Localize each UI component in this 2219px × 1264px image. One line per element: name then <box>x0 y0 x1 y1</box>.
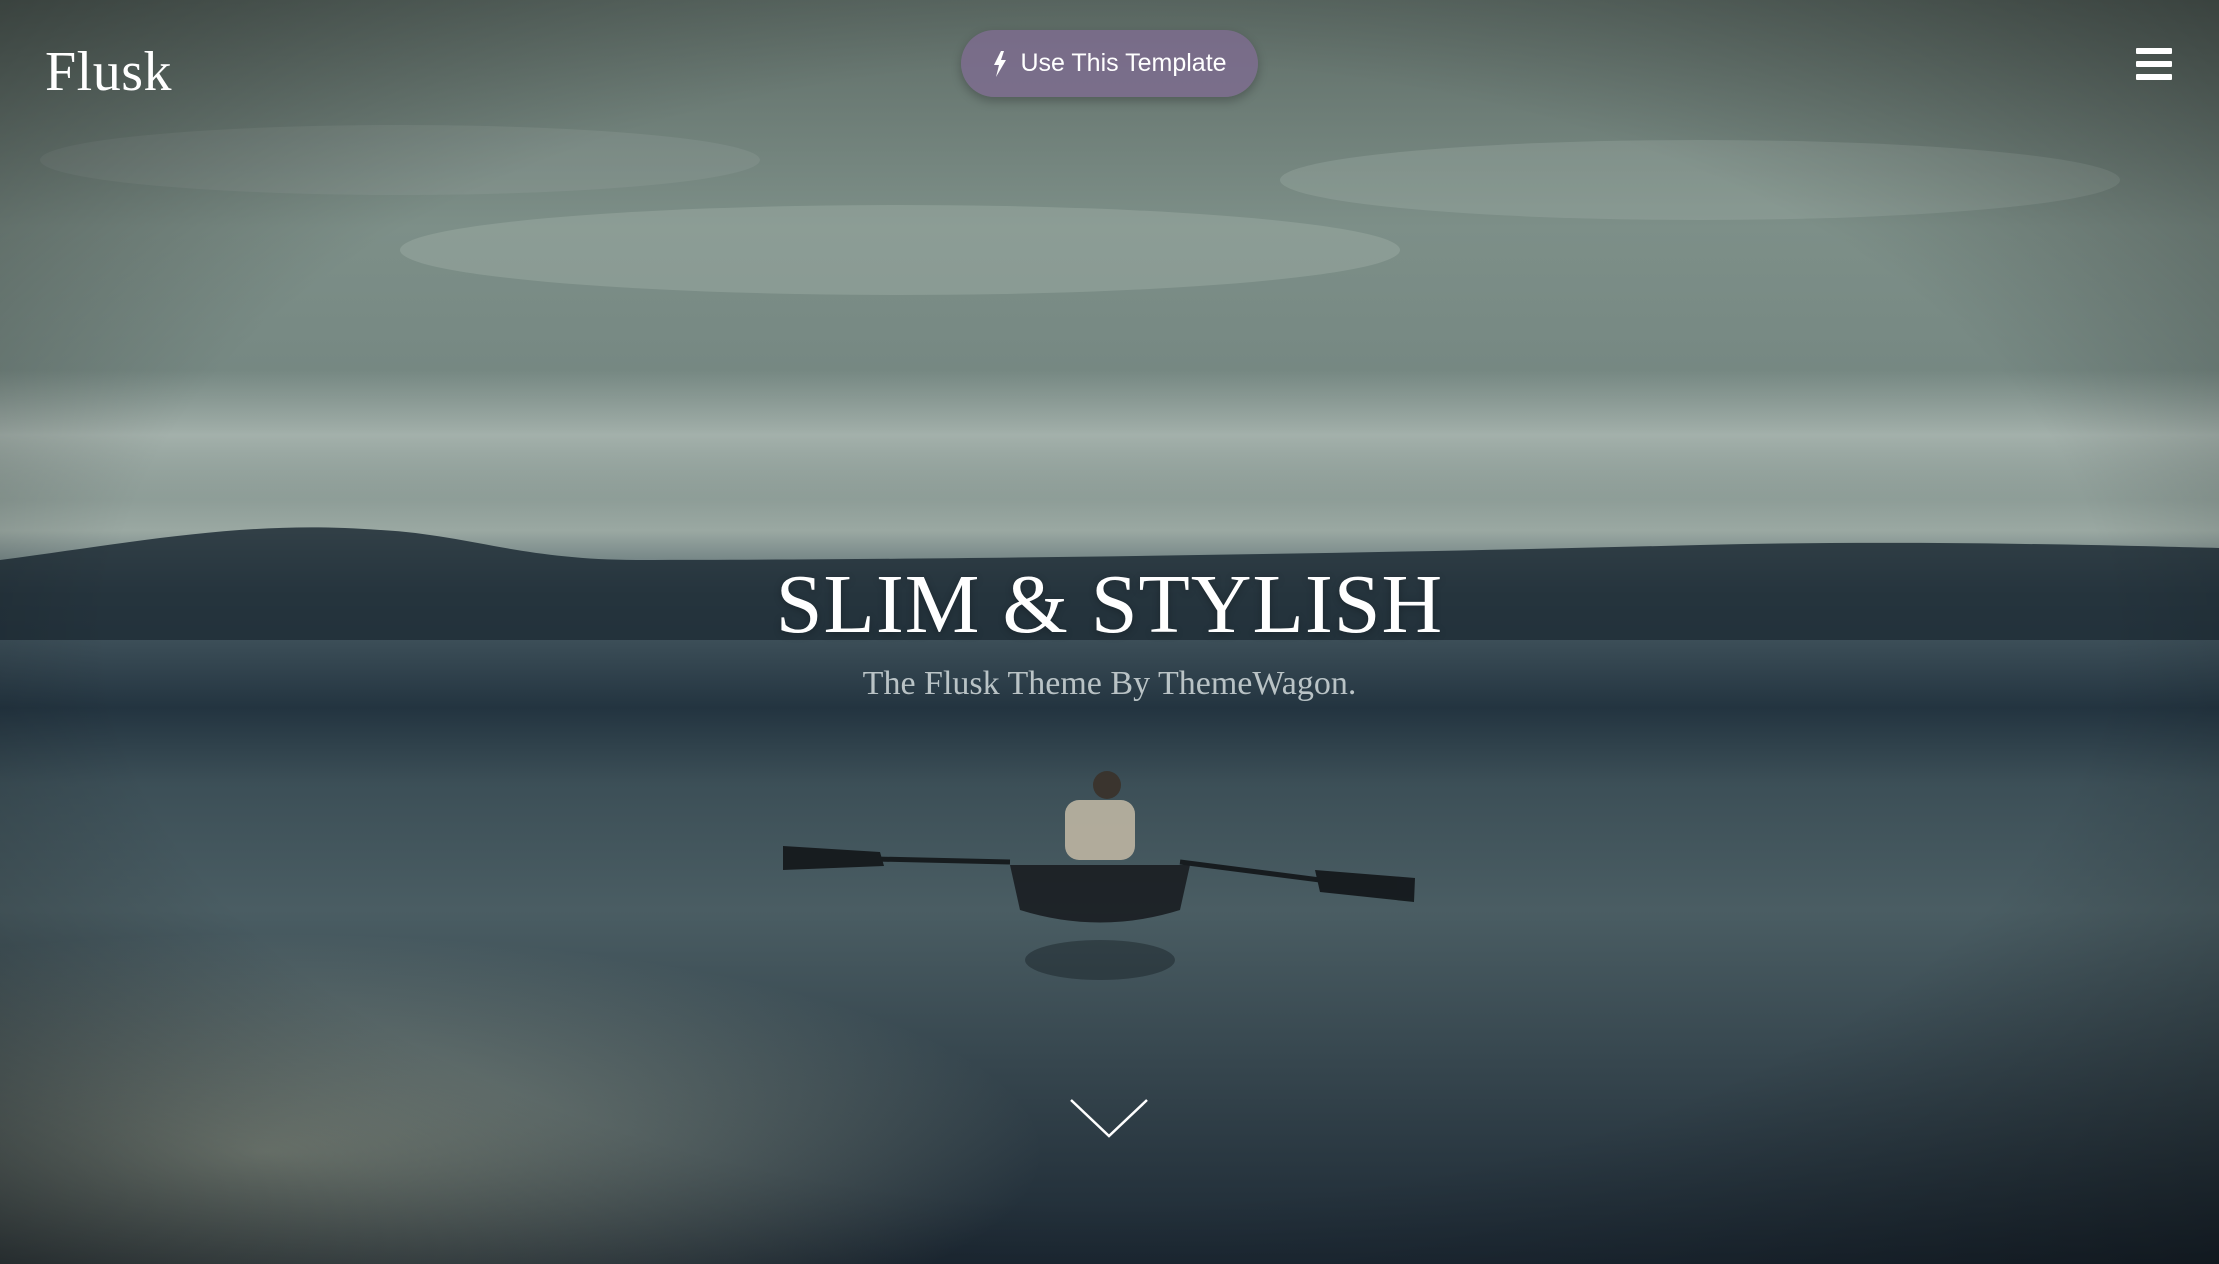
hero-subtitle: The Flusk Theme By ThemeWagon. <box>862 665 1357 702</box>
hero-section: Flusk Use This Template SLIM & STYLISH T… <box>0 0 2219 1264</box>
site-logo[interactable]: Flusk <box>45 38 172 106</box>
chevron-down-icon[interactable] <box>1068 1095 1150 1141</box>
use-template-label: Use This Template <box>1020 49 1227 77</box>
hamburger-menu-icon[interactable] <box>2134 46 2174 82</box>
use-template-button[interactable]: Use This Template <box>961 30 1258 97</box>
lightning-bolt-icon <box>994 50 1007 77</box>
hero-title: SLIM & STYLISH <box>775 558 1444 651</box>
